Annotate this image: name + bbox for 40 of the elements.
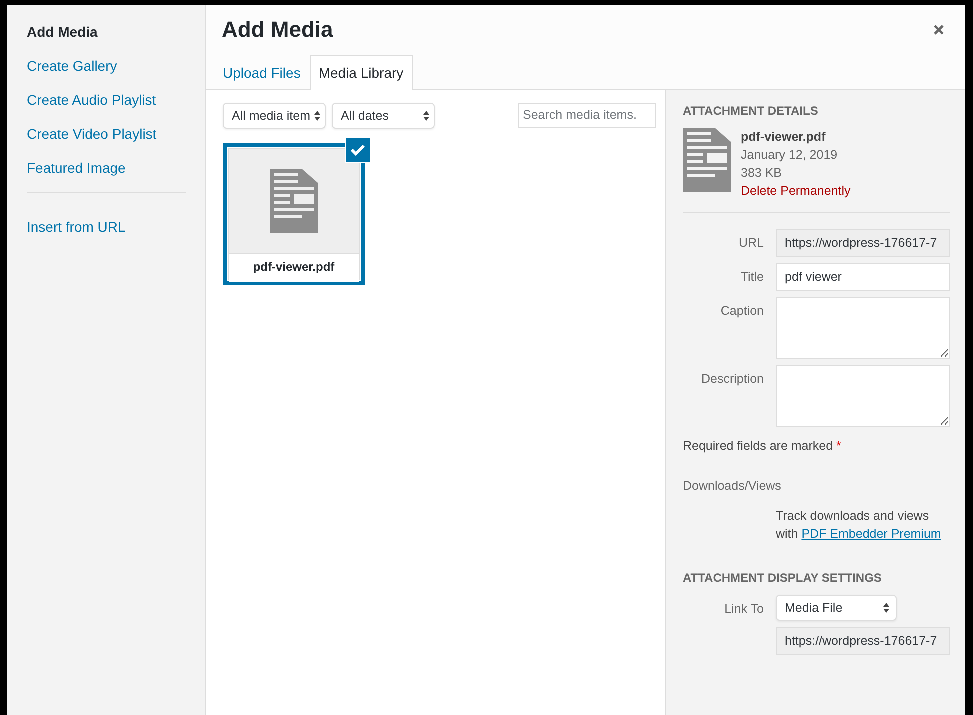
document-icon <box>270 169 318 233</box>
field-label: Description <box>700 371 764 386</box>
upload-date: January 12, 2019 <box>741 147 839 164</box>
text-field[interactable]: pdf viewer <box>776 263 950 291</box>
delete-link[interactable]: Delete Permanently <box>741 182 851 200</box>
menu-item[interactable]: Insert from URL <box>27 217 185 251</box>
section-heading: ATTACHMENT DETAILS <box>683 104 820 118</box>
required-note: Required fields are marked * <box>683 439 842 453</box>
checkmark-icon[interactable] <box>345 137 371 163</box>
premium-link[interactable]: PDF Embedder Premium <box>802 527 942 541</box>
menu-item[interactable]: Add Media <box>27 22 185 56</box>
document-icon <box>683 128 731 192</box>
menu-item[interactable]: Create Video Playlist <box>27 124 185 158</box>
media-thumbnail[interactable]: pdf-viewer.pdf <box>223 143 365 285</box>
file-size: 383 KB <box>741 165 784 182</box>
file-name: pdf-viewer.pdf <box>229 253 359 282</box>
section-heading: ATTACHMENT DISPLAY SETTINGS <box>683 571 883 585</box>
field-label: URL <box>738 235 764 250</box>
tab[interactable]: Media Library <box>310 55 413 90</box>
menu-item[interactable]: Create Audio Playlist <box>27 90 185 124</box>
link-to-dropdown[interactable]: Media File <box>776 595 897 621</box>
dropdown-arrows-icon <box>314 110 321 122</box>
promo-text: Track downloads and views with PDF Embedder Premium <box>776 508 942 543</box>
url-field[interactable]: https://wordpress-176617-7 <box>776 627 950 655</box>
filter-dropdown[interactable]: All dates <box>332 103 435 129</box>
field-label: Link To <box>724 601 764 616</box>
tab[interactable]: Upload Files <box>214 55 310 90</box>
section-label: Downloads/Views <box>683 479 782 493</box>
dialog-title: Add Media <box>222 17 334 43</box>
field-label: Title <box>740 269 764 284</box>
field-label: Caption <box>720 303 764 318</box>
file-name: pdf-viewer.pdf <box>741 129 827 146</box>
filter-dropdown[interactable]: All media item <box>223 103 326 129</box>
menu-item[interactable]: Featured Image <box>27 158 185 192</box>
dropdown-arrows-icon <box>883 602 890 614</box>
close-icon[interactable] <box>933 24 945 36</box>
menu-item[interactable]: Create Gallery <box>27 56 185 90</box>
search-field[interactable]: Search media items. <box>518 102 656 128</box>
url-field[interactable]: https://wordpress-176617-7 <box>776 229 950 257</box>
dropdown-arrows-icon <box>423 110 430 122</box>
